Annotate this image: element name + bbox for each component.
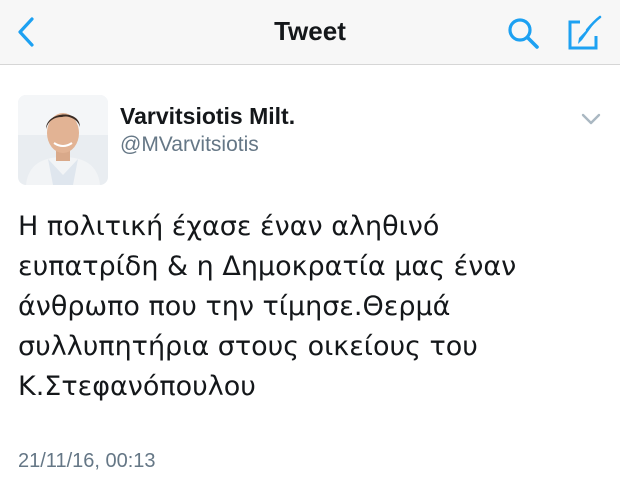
chevron-down-icon[interactable] xyxy=(578,109,604,129)
tweet-detail: Varvitsiotis Milt. @MVarvitsiotis Η πολι… xyxy=(0,65,620,500)
tweet-text-line: συλλυπητήρια στους οικείους του xyxy=(18,331,478,362)
tweet-text-line: Η πολιτική έχασε έναν αληθινό xyxy=(18,211,440,242)
search-icon[interactable] xyxy=(504,14,544,52)
tweet-text-line: Κ.Στεφανόπουλου xyxy=(18,371,256,402)
author-handle[interactable]: @MVarvitsiotis xyxy=(120,133,259,157)
compose-icon[interactable] xyxy=(562,14,606,54)
avatar[interactable] xyxy=(18,95,108,185)
tweet-text: Η πολιτική έχασε έναν αληθινό ευπατρίδη … xyxy=(18,207,608,407)
navigation-bar: Tweet xyxy=(0,0,620,65)
tweet-text-line: ευπατρίδη & η Δημοκρατία μας έναν xyxy=(18,251,517,282)
author-name[interactable]: Varvitsiotis Milt. xyxy=(120,103,295,130)
tweet-timestamp: 21/11/16, 00:13 xyxy=(18,450,156,472)
tweet-text-line: άνθρωπο που την τίμησε.Θερμά xyxy=(18,291,451,322)
